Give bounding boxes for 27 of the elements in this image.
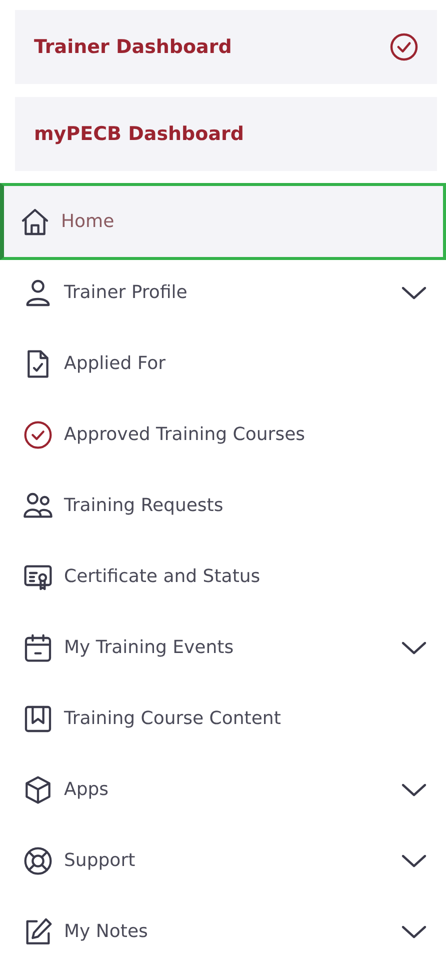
dashboard-button[interactable]: myPECB Dashboard <box>15 97 437 171</box>
menu-item[interactable]: Applied For <box>0 328 446 399</box>
dashboard-button[interactable]: Trainer Dashboard <box>15 10 437 84</box>
menu-label: Approved Training Courses <box>64 424 306 445</box>
menu-label: Certificate and Status <box>64 566 262 587</box>
calendar-icon <box>22 632 54 664</box>
menu-item[interactable]: My Notes <box>0 896 446 961</box>
menu-label: Support <box>64 850 136 871</box>
menu-item[interactable]: Training Course Content <box>0 683 446 754</box>
menu-item[interactable]: Trainer Profile <box>0 257 446 328</box>
menu-item[interactable]: My Training Events <box>0 612 446 683</box>
menu-item[interactable]: Training Requests <box>0 470 446 541</box>
lifebuoy-icon <box>22 844 54 876</box>
menu-item[interactable]: Home <box>0 183 446 260</box>
menu-label: My Notes <box>64 921 149 942</box>
menu-label: Trainer Profile <box>64 282 188 303</box>
menu-label: Training Requests <box>64 495 224 516</box>
menu-label: Applied For <box>64 353 167 374</box>
menu-item[interactable]: Certificate and Status <box>0 541 446 612</box>
menu-item[interactable]: Approved Training Courses <box>0 399 446 470</box>
menu-item[interactable]: Support <box>0 825 446 896</box>
menu-label: My Training Events <box>64 637 235 658</box>
menu-label: Home <box>61 211 116 232</box>
menu-item[interactable]: Apps <box>0 754 446 825</box>
menu-label: Apps <box>64 779 110 800</box>
menu-label: Training Course Content <box>64 708 282 729</box>
check-circle-icon <box>22 418 54 450</box>
